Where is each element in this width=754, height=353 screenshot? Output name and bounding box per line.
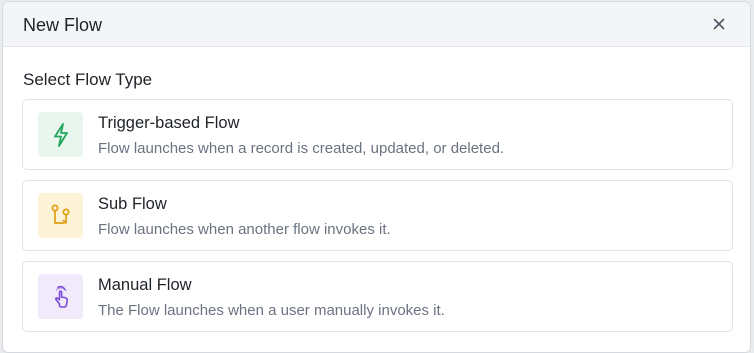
new-flow-dialog: New Flow Select Flow Type Trigger-based … (2, 1, 751, 353)
flow-type-sub-flow[interactable]: Sub Flow Flow launches when another flow… (22, 180, 733, 251)
section-title: Select Flow Type (23, 70, 153, 89)
manual-icon-tile (38, 274, 83, 319)
option-description: Flow launches when a record is created, … (98, 140, 505, 157)
flow-type-manual[interactable]: Manual Flow The Flow launches when a use… (22, 261, 733, 332)
option-title: Trigger-based Flow (98, 114, 240, 132)
option-title: Manual Flow (98, 276, 192, 294)
hand-tap-icon (54, 285, 68, 308)
git-branch-icon (51, 204, 69, 224)
close-button[interactable] (708, 13, 730, 35)
option-description: Flow launches when another flow invokes … (98, 221, 391, 238)
close-icon (713, 18, 725, 30)
flow-type-trigger-based[interactable]: Trigger-based Flow Flow launches when a … (22, 99, 733, 170)
lightning-bolt-icon (53, 122, 68, 147)
option-title: Sub Flow (98, 195, 167, 213)
option-description: The Flow launches when a user manually i… (98, 302, 445, 319)
dialog-title: New Flow (23, 15, 103, 35)
dialog-header: New Flow (3, 2, 750, 47)
trigger-icon-tile (38, 112, 83, 157)
subflow-icon-tile (38, 193, 83, 238)
